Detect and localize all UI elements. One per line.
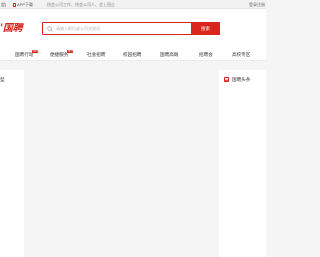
news-panel-title[interactable]: 国聘头条 <box>232 77 250 82</box>
hot-badge: HOT <box>32 50 39 53</box>
search-box: 搜索 <box>42 22 220 35</box>
search-input[interactable] <box>56 23 191 34</box>
nav-item-label: 高校专区 <box>232 52 251 57</box>
site-logo[interactable]: "国聘 <box>0 23 28 35</box>
nav-item-guopin-action[interactable]: 国聘行动 HOT <box>15 49 39 61</box>
nav-item-label: 招聘会 <box>199 52 213 57</box>
login-register-link[interactable]: 登录注册 <box>249 0 265 9</box>
left-panel-title: 型 <box>0 77 5 82</box>
nav-item-university-zone[interactable]: 高校专区 <box>232 49 250 61</box>
topbar-left-link[interactable]: 超] <box>1 0 6 9</box>
nav-item-label: 校园招聘 <box>123 52 142 57</box>
app-download-link[interactable]: APP下载 <box>13 0 33 9</box>
topbar-links[interactable]: 找会公司工作、找会公司人、会上国企 <box>47 0 115 9</box>
app-download-label: APP下载 <box>17 2 34 7</box>
left-category-panel: 型 <box>0 70 24 257</box>
nav-item-label: 便捷服务 <box>50 52 69 57</box>
phone-icon <box>13 2 16 7</box>
news-icon <box>224 77 229 82</box>
nav-item-social-recruitment[interactable]: 社会招聘 <box>87 49 105 61</box>
nav-item-convenient-service[interactable]: 便捷服务 HOT <box>50 49 74 61</box>
page: 超] APP下载 找会公司工作、找会公司人、会上国企 登录注册 "国聘 搜索 国… <box>0 0 266 257</box>
nav-item-label: 国聘高端 <box>160 52 179 57</box>
search-button[interactable]: 搜索 <box>191 22 220 35</box>
nav-item-job-fair[interactable]: 招聘会 <box>199 49 213 61</box>
search-icon <box>47 25 53 32</box>
right-news-panel: 国聘头条 <box>219 70 266 257</box>
top-utility-bar: 超] APP下载 找会公司工作、找会公司人、会上国企 登录注册 <box>0 0 266 9</box>
nav-item-campus-recruitment[interactable]: 校园招聘 <box>123 49 141 61</box>
nav-item-label: 国聘行动 <box>15 52 34 57</box>
main-nav: 国聘行动 HOT 便捷服务 HOT 社会招聘 校园招聘 国聘高端 招聘会 高校专… <box>0 49 266 61</box>
header: "国聘 搜索 <box>0 9 266 49</box>
nav-item-label: 社会招聘 <box>87 52 106 57</box>
hot-badge: HOT <box>67 50 74 53</box>
nav-item-high-end[interactable]: 国聘高端 <box>160 49 178 61</box>
